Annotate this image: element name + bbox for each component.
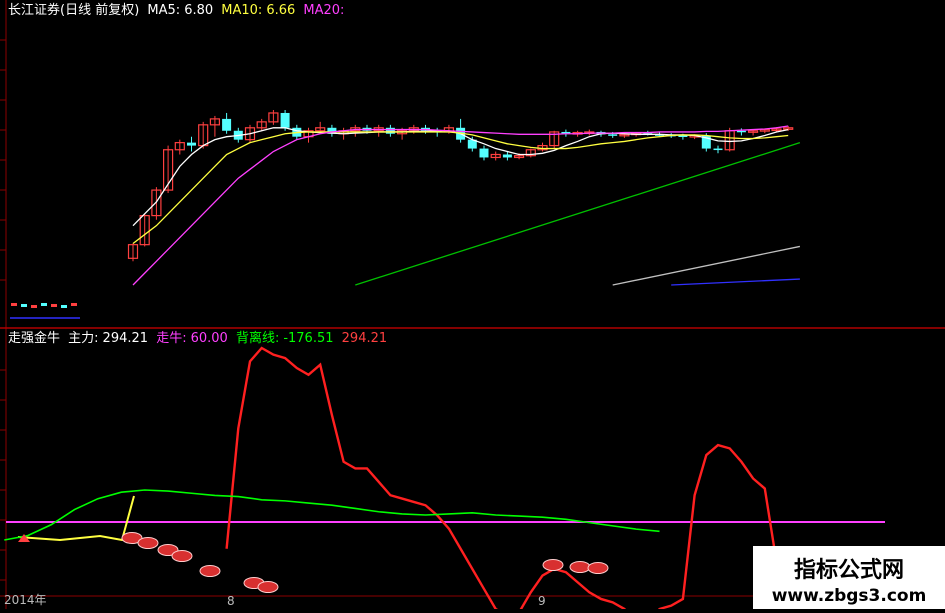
mini-candle xyxy=(61,305,67,308)
main-value: 294.21 xyxy=(102,331,149,346)
bull-value: 60.00 xyxy=(190,331,228,346)
mini-candle xyxy=(71,303,77,306)
candle-body-down xyxy=(502,154,512,158)
signal-marker xyxy=(171,550,193,562)
signal-marker xyxy=(257,581,279,593)
candle-body-down xyxy=(678,135,688,138)
mini-candle xyxy=(51,304,57,307)
stock-title: 长江证券(日线 前复权) xyxy=(8,3,140,18)
candle-body-down xyxy=(713,148,723,151)
mini-candle xyxy=(31,305,37,308)
ma120-line xyxy=(612,245,801,286)
watermark-logo: 指标公式网 www.zbgs3.com xyxy=(753,546,945,609)
signal-marker xyxy=(569,561,591,573)
candle-body-down xyxy=(736,130,746,133)
chart-svg xyxy=(0,0,945,613)
candle-body-down xyxy=(608,134,618,136)
signal-marker xyxy=(137,537,159,549)
watermark-title: 指标公式网 xyxy=(793,558,904,583)
div-value: -176.51 xyxy=(283,331,334,346)
price-panel-header: 长江证券(日线 前复权) MA5: 6.80 MA10: 6.66 MA20: xyxy=(8,3,348,19)
date-label-year: 2014年 xyxy=(4,593,47,607)
candle-body-down xyxy=(187,142,196,146)
indicator-title: 走强金牛 xyxy=(8,331,61,346)
mini-candle xyxy=(11,303,17,306)
main-label: 主力: xyxy=(68,331,99,346)
date-label-aug: 8 xyxy=(227,594,235,608)
ma5-value: 6.80 xyxy=(184,3,214,18)
ma20-label: MA20: xyxy=(303,3,345,18)
ma20-line xyxy=(132,125,789,286)
candle-body-down xyxy=(280,112,290,128)
ma60-line xyxy=(355,142,801,286)
candle-body-down xyxy=(479,148,489,158)
chart-canvas: 长江证券(日线 前复权) MA5: 6.80 MA10: 6.66 MA20: 走强… xyxy=(0,0,945,613)
ma10-line xyxy=(132,131,789,244)
ma10-value: 6.66 xyxy=(266,3,296,18)
div-label: 背离线: xyxy=(235,331,280,346)
main-line-start xyxy=(17,495,135,542)
divergence-line xyxy=(4,489,660,541)
main-line xyxy=(225,346,812,613)
signal-marker xyxy=(587,562,609,574)
ma10-label: MA10: xyxy=(221,3,263,18)
signal-marker xyxy=(542,559,564,571)
candle-body-down xyxy=(385,127,395,134)
mini-candle xyxy=(41,303,47,306)
mini-candle xyxy=(21,304,27,307)
watermark-url: www.zbgs3.com xyxy=(771,586,927,606)
ma250-line xyxy=(671,278,800,286)
date-label-sep: 9 xyxy=(538,594,546,608)
ma5-label: MA5: xyxy=(147,3,181,18)
last-value: 294.21 xyxy=(341,331,388,346)
signal-marker xyxy=(199,565,221,577)
bull-label: 走牛: xyxy=(156,331,187,346)
candle-body-down xyxy=(222,118,232,131)
indicator-panel-header: 走强金牛 主力: 294.21 走牛: 60.00 背离线: -176.51 294.… xyxy=(8,331,391,347)
